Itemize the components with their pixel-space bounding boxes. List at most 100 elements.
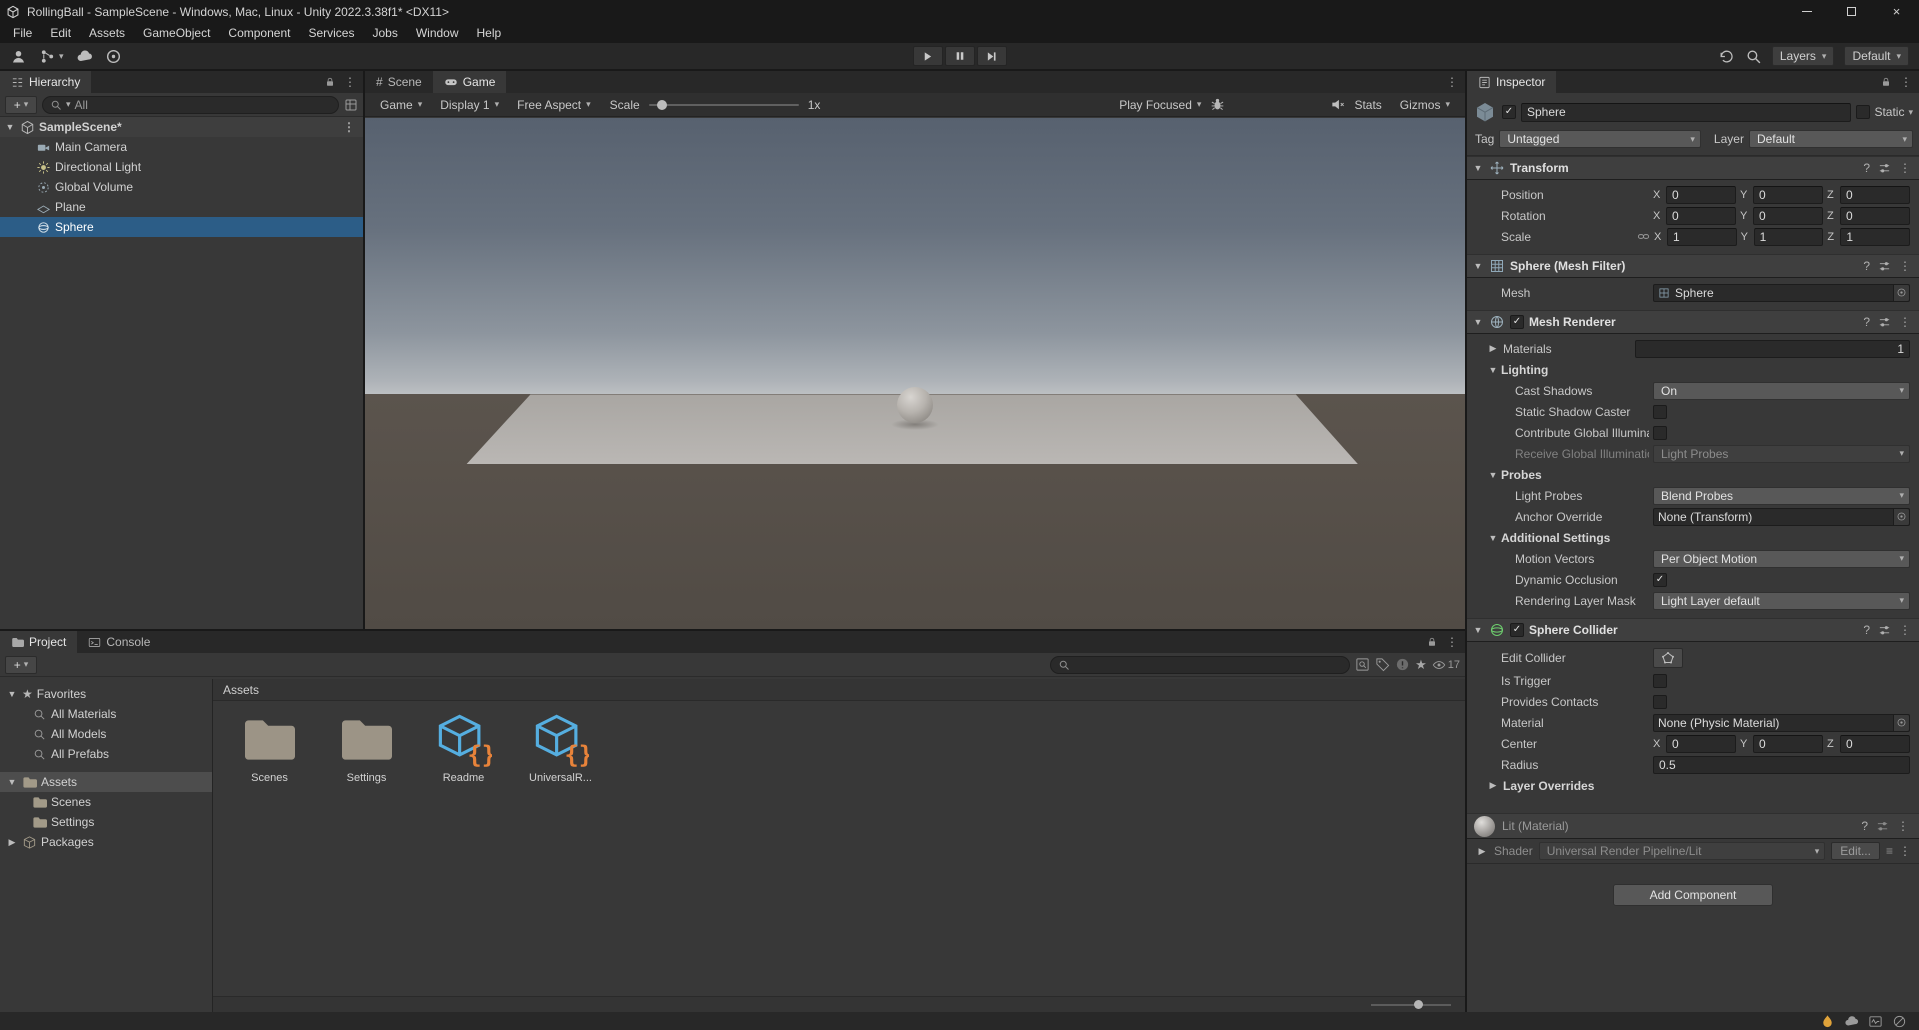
mesh-renderer-enabled-checkbox[interactable]: ✓ bbox=[1510, 315, 1524, 329]
scale-x-field[interactable] bbox=[1667, 228, 1737, 246]
game-view-canvas[interactable] bbox=[365, 118, 1465, 629]
materials-count-field[interactable] bbox=[1635, 340, 1910, 358]
minimize-button[interactable] bbox=[1784, 0, 1829, 23]
presets-icon[interactable] bbox=[1876, 820, 1889, 833]
lock-icon[interactable] bbox=[324, 76, 336, 88]
tree-all-prefabs[interactable]: All Prefabs bbox=[0, 744, 212, 764]
menu-services[interactable]: Services bbox=[299, 23, 363, 43]
static-checkbox[interactable] bbox=[1856, 105, 1870, 119]
asset-item-universalrp[interactable]: {} UniversalR... bbox=[514, 711, 607, 784]
anchor-override-field[interactable]: None (Transform) bbox=[1653, 508, 1910, 526]
version-control-button[interactable]: ▾ bbox=[39, 48, 64, 65]
menu-jobs[interactable]: Jobs bbox=[363, 23, 406, 43]
foldout-icon[interactable]: ▼ bbox=[4, 122, 16, 132]
label-filter-icon[interactable] bbox=[1375, 657, 1390, 672]
shader-menu-icon[interactable]: ≡ bbox=[1886, 844, 1893, 858]
is-trigger-checkbox[interactable] bbox=[1653, 674, 1667, 688]
hierarchy-item-global-volume[interactable]: Global Volume bbox=[0, 177, 363, 197]
tree-favorites[interactable]: ▼ ★ Favorites bbox=[0, 684, 212, 704]
rotation-z-field[interactable] bbox=[1840, 207, 1910, 225]
component-menu-icon[interactable]: ⋮ bbox=[1899, 259, 1911, 273]
tree-assets[interactable]: ▼ Assets bbox=[0, 772, 212, 792]
menu-component[interactable]: Component bbox=[219, 23, 299, 43]
center-z-field[interactable] bbox=[1840, 735, 1910, 753]
display-dropdown[interactable]: Display 1▾ bbox=[431, 93, 508, 116]
undo-history-icon[interactable] bbox=[1718, 48, 1735, 65]
tree-packages[interactable]: ▶ Packages bbox=[0, 832, 212, 852]
zoom-slider-thumb[interactable] bbox=[1414, 1000, 1423, 1009]
menu-gameobject[interactable]: GameObject bbox=[134, 23, 219, 43]
scene-picking-icon[interactable] bbox=[344, 98, 358, 112]
material-header[interactable]: Lit (Material) ? ⋮ bbox=[1467, 813, 1919, 839]
scene-options-icon[interactable]: ⋮ bbox=[343, 120, 363, 134]
add-component-button[interactable]: Add Component bbox=[1613, 884, 1773, 906]
hierarchy-item-main-camera[interactable]: Main Camera bbox=[0, 137, 363, 157]
gameobject-enabled-checkbox[interactable]: ✓ bbox=[1502, 105, 1516, 119]
provides-contacts-checkbox[interactable] bbox=[1653, 695, 1667, 709]
menu-file[interactable]: File bbox=[4, 23, 41, 43]
scene-row[interactable]: ▼ SampleScene* ⋮ bbox=[0, 117, 363, 137]
presets-icon[interactable] bbox=[1878, 260, 1891, 273]
panel-menu-icon[interactable]: ⋮ bbox=[1446, 75, 1458, 89]
cloud-icon[interactable] bbox=[76, 48, 93, 65]
pause-button[interactable] bbox=[945, 46, 975, 66]
lock-icon[interactable] bbox=[1426, 636, 1438, 648]
shader-edit-button[interactable]: Edit... bbox=[1831, 842, 1880, 860]
presets-icon[interactable] bbox=[1878, 162, 1891, 175]
hierarchy-item-plane[interactable]: Plane bbox=[0, 197, 363, 217]
aspect-dropdown[interactable]: Free Aspect▾ bbox=[508, 93, 600, 116]
object-picker-icon[interactable] bbox=[1893, 509, 1909, 525]
tab-game[interactable]: Game bbox=[433, 71, 507, 93]
lighting-foldout[interactable]: ▼ Lighting bbox=[1467, 359, 1919, 380]
physic-material-field[interactable]: None (Physic Material) bbox=[1653, 714, 1910, 732]
tab-console[interactable]: Console bbox=[77, 631, 161, 653]
position-y-field[interactable] bbox=[1753, 186, 1823, 204]
asset-item-settings[interactable]: Settings bbox=[320, 711, 413, 784]
component-menu-icon[interactable]: ⋮ bbox=[1897, 819, 1909, 833]
center-x-field[interactable] bbox=[1666, 735, 1736, 753]
mesh-object-field[interactable]: Sphere bbox=[1653, 284, 1910, 302]
foldout-icon[interactable]: ▶ bbox=[1487, 780, 1499, 791]
link-scale-icon[interactable] bbox=[1637, 230, 1650, 243]
light-probes-dropdown[interactable]: Blend Probes▾ bbox=[1653, 487, 1910, 505]
scale-z-field[interactable] bbox=[1840, 228, 1910, 246]
create-asset-button[interactable]: +▾ bbox=[5, 656, 37, 674]
play-button[interactable] bbox=[913, 46, 943, 66]
help-icon[interactable]: ? bbox=[1863, 161, 1870, 175]
object-picker-icon[interactable] bbox=[1893, 285, 1909, 301]
layer-overrides-row[interactable]: ▶ Layer Overrides bbox=[1467, 775, 1919, 796]
position-z-field[interactable] bbox=[1840, 186, 1910, 204]
menu-assets[interactable]: Assets bbox=[80, 23, 134, 43]
panel-menu-icon[interactable]: ⋮ bbox=[1446, 635, 1458, 649]
lock-icon[interactable] bbox=[1880, 76, 1892, 88]
mute-audio-icon[interactable] bbox=[1330, 97, 1345, 112]
transform-header[interactable]: ▼ Transform ? ⋮ bbox=[1467, 156, 1919, 180]
asset-item-scenes[interactable]: Scenes bbox=[223, 711, 316, 784]
presets-icon[interactable] bbox=[1878, 316, 1891, 329]
tree-all-materials[interactable]: All Materials bbox=[0, 704, 212, 724]
layers-dropdown[interactable]: Layers▾ bbox=[1772, 46, 1835, 66]
collider-enabled-checkbox[interactable]: ✓ bbox=[1510, 623, 1524, 637]
tree-all-models[interactable]: All Models bbox=[0, 724, 212, 744]
debug-icon[interactable] bbox=[1210, 97, 1225, 112]
shader-kebab-icon[interactable]: ⋮ bbox=[1899, 844, 1911, 858]
static-shadow-caster-checkbox[interactable] bbox=[1653, 405, 1667, 419]
tab-scene[interactable]: # Scene bbox=[365, 71, 433, 93]
help-icon[interactable]: ? bbox=[1863, 623, 1870, 637]
gameobject-name-field[interactable] bbox=[1521, 103, 1851, 122]
component-menu-icon[interactable]: ⋮ bbox=[1899, 161, 1911, 175]
hierarchy-search-input[interactable]: ▾ All bbox=[42, 96, 339, 114]
menu-edit[interactable]: Edit bbox=[41, 23, 80, 43]
search-icon[interactable] bbox=[1745, 48, 1762, 65]
tab-inspector[interactable]: Inspector bbox=[1467, 71, 1556, 93]
center-y-field[interactable] bbox=[1753, 735, 1823, 753]
probes-foldout[interactable]: ▼ Probes bbox=[1467, 464, 1919, 485]
stats-button[interactable]: Stats bbox=[1345, 93, 1390, 116]
gizmos-dropdown[interactable]: Gizmos▾ bbox=[1391, 93, 1459, 116]
tree-settings[interactable]: Settings bbox=[0, 812, 212, 832]
help-icon[interactable]: ? bbox=[1863, 315, 1870, 329]
position-x-field[interactable] bbox=[1666, 186, 1736, 204]
menu-window[interactable]: Window bbox=[407, 23, 468, 43]
additional-settings-foldout[interactable]: ▼ Additional Settings bbox=[1467, 527, 1919, 548]
cast-shadows-dropdown[interactable]: On▾ bbox=[1653, 382, 1910, 400]
